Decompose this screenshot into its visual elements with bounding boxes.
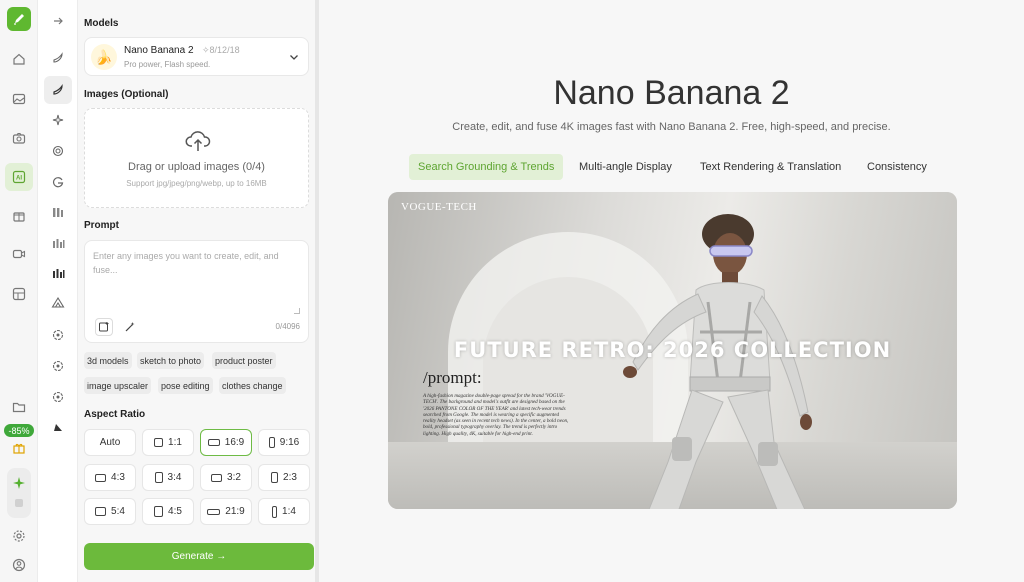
- aspect-4-5[interactable]: 4:5: [142, 498, 194, 525]
- prompt-placeholder: Enter any images you want to create, edi…: [93, 251, 279, 275]
- camera-icon[interactable]: [9, 128, 29, 148]
- model-subtitle: Pro power, Flash speed.: [124, 60, 211, 69]
- bars-tool-icon[interactable]: [48, 202, 68, 222]
- tool-rail: [38, 0, 78, 582]
- aspect-1-4[interactable]: 1:4: [258, 498, 310, 525]
- ratio-wide-icon: [211, 473, 223, 482]
- chevron-down-icon: [290, 55, 298, 60]
- add-image-icon: [99, 322, 109, 332]
- collapse-arrow-icon[interactable]: [48, 11, 68, 31]
- ratio-tall-icon: [271, 472, 279, 483]
- page-subtitle: Create, edit, and fuse 4K images fast wi…: [452, 121, 891, 133]
- shop-icon[interactable]: [9, 206, 29, 226]
- mountain-tool-icon[interactable]: [48, 292, 68, 312]
- magic-wand-button[interactable]: [121, 318, 139, 336]
- bars2-tool-icon[interactable]: [48, 233, 68, 253]
- page-title: Nano Banana 2: [553, 74, 790, 112]
- aspect-1-1[interactable]: 1:1: [142, 429, 194, 456]
- generate-button[interactable]: Generate →: [84, 543, 314, 570]
- model-name: Nano Banana 2: [124, 45, 194, 56]
- images-label: Images (Optional): [84, 89, 169, 100]
- aspect-auto[interactable]: Auto: [84, 429, 136, 456]
- chip-3d-models[interactable]: 3d models: [84, 352, 132, 369]
- g-tool-icon[interactable]: [48, 172, 68, 192]
- resize-grip[interactable]: [294, 308, 300, 314]
- ai-icon[interactable]: AI: [5, 163, 33, 191]
- image-upload-dropzone[interactable]: Drag or upload images (0/4) Support jpg/…: [84, 108, 309, 208]
- ratio-wide-icon: [207, 508, 221, 515]
- sparkle-tool-icon[interactable]: [48, 110, 68, 130]
- aspect-16-9[interactable]: 16:9: [200, 429, 252, 456]
- aspect-2-3[interactable]: 2:3: [258, 464, 310, 491]
- app-rail: AI -85%: [0, 0, 38, 582]
- brush-logo-icon[interactable]: [7, 7, 31, 31]
- ratio-tall-icon: [154, 506, 164, 517]
- flower3-tool-icon[interactable]: [48, 387, 68, 407]
- showcase-image: VOGUE-TECH FUTURE RETRO: 2026 COLLECTION…: [388, 192, 957, 509]
- aspect-3-2[interactable]: 3:2: [200, 464, 252, 491]
- tab-search-grounding[interactable]: Search Grounding & Trends: [409, 154, 564, 180]
- prompt-label: Prompt: [84, 220, 119, 231]
- chip-sketch-to-photo[interactable]: sketch to photo: [137, 352, 205, 369]
- image-prompt-title: /prompt:: [423, 368, 482, 387]
- chip-product-poster[interactable]: product poster: [212, 352, 276, 369]
- ratio-tall-icon: [154, 472, 163, 483]
- svg-text:AI: AI: [16, 176, 22, 182]
- upload-hint: Support jpg/jpeg/png/webp, up to 16MB: [126, 179, 267, 188]
- tab-text-rendering[interactable]: Text Rendering & Translation: [691, 154, 850, 180]
- prompt-char-count: 0/4096: [275, 322, 300, 331]
- ratio-square-icon: [154, 438, 164, 447]
- bars3-tool-icon[interactable]: [48, 263, 68, 283]
- magic-wand-icon: [125, 322, 135, 332]
- model-meta: ✧8/12/18: [202, 45, 240, 55]
- tab-multi-angle[interactable]: Multi-angle Display: [570, 154, 681, 180]
- gift-icon[interactable]: [9, 438, 29, 458]
- settings-icon[interactable]: [9, 526, 29, 546]
- ratio-wide-icon: [95, 507, 107, 516]
- aspect-3-4[interactable]: 3:4: [142, 464, 194, 491]
- prompt-textarea[interactable]: Enter any images you want to create, edi…: [84, 240, 309, 343]
- sparkle-icon: [13, 477, 25, 489]
- folder-icon[interactable]: [9, 397, 29, 417]
- prompt-enhance-button[interactable]: [95, 318, 113, 336]
- sail-tool-icon[interactable]: [48, 417, 68, 437]
- cloud-upload-icon: [185, 131, 211, 151]
- upload-text: Drag or upload images (0/4): [128, 161, 265, 173]
- credit-badge: -85%: [4, 424, 34, 437]
- models-label: Models: [84, 18, 119, 29]
- brand-text: VOGUE-TECH: [401, 201, 477, 213]
- aspect-21-9[interactable]: 21:9: [200, 498, 252, 525]
- ratio-wide-icon: [95, 473, 107, 482]
- aspect-9-16[interactable]: 9:16: [258, 429, 310, 456]
- image-icon[interactable]: [9, 89, 29, 109]
- flower2-tool-icon[interactable]: [48, 356, 68, 376]
- ratio-tall-icon: [268, 437, 275, 448]
- banana-tool-icon[interactable]: [48, 48, 68, 68]
- tab-consistency[interactable]: Consistency: [858, 154, 936, 180]
- ratio-wide-icon: [207, 439, 220, 446]
- aspect-ratio-label: Aspect Ratio: [84, 409, 146, 420]
- chip-image-upscaler[interactable]: image upscaler: [84, 377, 152, 394]
- flower-tool-icon[interactable]: [48, 325, 68, 345]
- image-prompt-body: A high-fashion magazine double-page spre…: [423, 393, 569, 437]
- chip-pose-editing[interactable]: pose editing: [158, 377, 213, 394]
- user-icon[interactable]: [9, 555, 29, 575]
- model-select[interactable]: 🍌 Nano Banana 2 ✧8/12/18 Pro power, Flas…: [84, 37, 309, 76]
- template-icon[interactable]: [9, 284, 29, 304]
- sparkle-panel[interactable]: [7, 468, 31, 518]
- aspect-4-3[interactable]: 4:3: [84, 464, 136, 491]
- openai-tool-icon[interactable]: [48, 141, 68, 161]
- video-icon[interactable]: [9, 244, 29, 264]
- ratio-tall-icon: [272, 505, 278, 518]
- chip-clothes-change[interactable]: clothes change: [219, 377, 286, 394]
- aspect-5-4[interactable]: 5:4: [84, 498, 136, 525]
- banana-icon: 🍌: [91, 44, 117, 70]
- banana-tool-active-icon[interactable]: [44, 76, 72, 104]
- image-headline: FUTURE RETRO: 2026 COLLECTION: [453, 338, 892, 362]
- home-icon[interactable]: [9, 49, 29, 69]
